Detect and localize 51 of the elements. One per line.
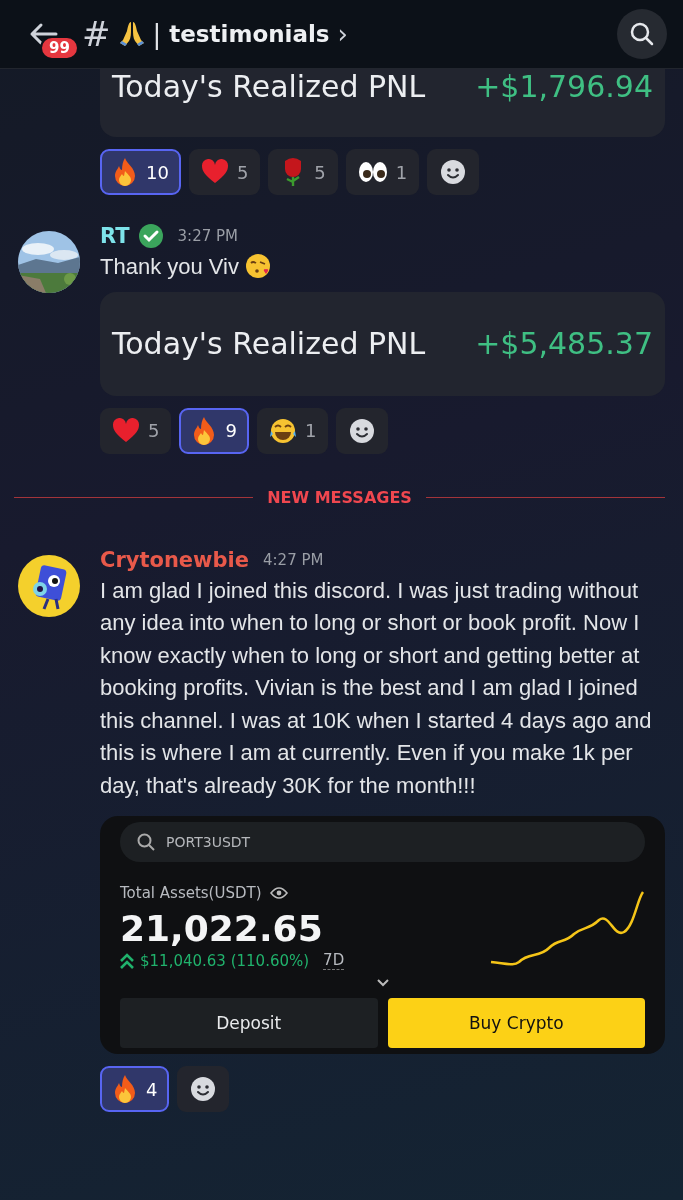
add-reaction-button[interactable] (177, 1066, 230, 1112)
heart-icon (112, 417, 140, 444)
smiley-icon (190, 1076, 217, 1102)
channel-title[interactable]: testimonials (169, 21, 330, 47)
search-icon (629, 21, 655, 47)
buy-crypto-button[interactable]: Buy Crypto (387, 998, 645, 1048)
robot-avatar-icon (18, 554, 80, 617)
reaction-chip[interactable]: 10 (100, 149, 181, 195)
reaction-chip[interactable]: 4 (100, 1066, 170, 1112)
praying-hands-icon (118, 20, 145, 48)
pnl-label: Today's Realized PNL (112, 69, 426, 104)
reaction-chip[interactable]: 5 (188, 149, 261, 195)
flame-icon (112, 1074, 138, 1104)
pnl-amount: +$5,485.37 (475, 326, 653, 361)
reaction-chip[interactable]: 5 (100, 407, 172, 454)
smiley-icon (440, 159, 467, 185)
reaction-chip[interactable]: 9 (179, 407, 249, 454)
reaction-chip[interactable]: 5 (268, 149, 338, 195)
smiley-icon (349, 417, 376, 444)
title-separator: | (152, 19, 162, 49)
author-name[interactable]: Crytonewbie (100, 547, 249, 572)
message-text: I am glad I joined this discord. I was just trading without any idea into when to long or short or book profit. Now I know exactly when to long or short and getting better at booking profits. Vivian is the best and I am glad I joined this channel. I was at 10K when I started 4 days ago and this is where I am at currently. Even if you make 1k per day, that's already 30K for the month!!! (100, 577, 652, 798)
total-assets-value: 21,022.65 (120, 908, 324, 949)
reaction-chip[interactable]: 1 (345, 149, 420, 195)
timestamp: 4:27 PM (263, 550, 324, 569)
new-messages-divider: NEW MESSAGES (267, 487, 412, 507)
author-name[interactable]: RT (100, 224, 130, 248)
asset-change: $11,040.63 (110.60%) (140, 951, 310, 970)
timestamp: 3:27 PM (177, 227, 238, 245)
kissing-face-icon (245, 253, 271, 279)
chevron-down-icon[interactable] (375, 978, 390, 988)
flame-icon (112, 157, 138, 187)
deposit-button[interactable]: Deposit (120, 998, 378, 1048)
message-text: Thank you Viv (100, 254, 239, 279)
reaction-chip[interactable]: 1 (256, 407, 329, 454)
add-reaction-button[interactable] (336, 407, 389, 454)
pnl-amount: +$1,796.94 (475, 69, 653, 104)
total-assets-label: Total Assets(USDT) (120, 884, 262, 902)
pnl-label: Today's Realized PNL (112, 326, 426, 361)
period-selector[interactable]: 7D (323, 951, 345, 970)
search-icon (136, 832, 156, 852)
double-up-arrow-icon (120, 952, 134, 969)
channel-hash: # (82, 14, 111, 54)
laughing-face-icon (268, 416, 297, 445)
chevron-icon: › (337, 19, 348, 49)
eyes-icon (357, 160, 388, 184)
heart-icon (200, 159, 229, 185)
search-button[interactable] (617, 9, 667, 59)
unread-badge: 99 (40, 36, 79, 60)
add-reaction-button[interactable] (427, 149, 480, 195)
eye-icon (269, 886, 288, 900)
